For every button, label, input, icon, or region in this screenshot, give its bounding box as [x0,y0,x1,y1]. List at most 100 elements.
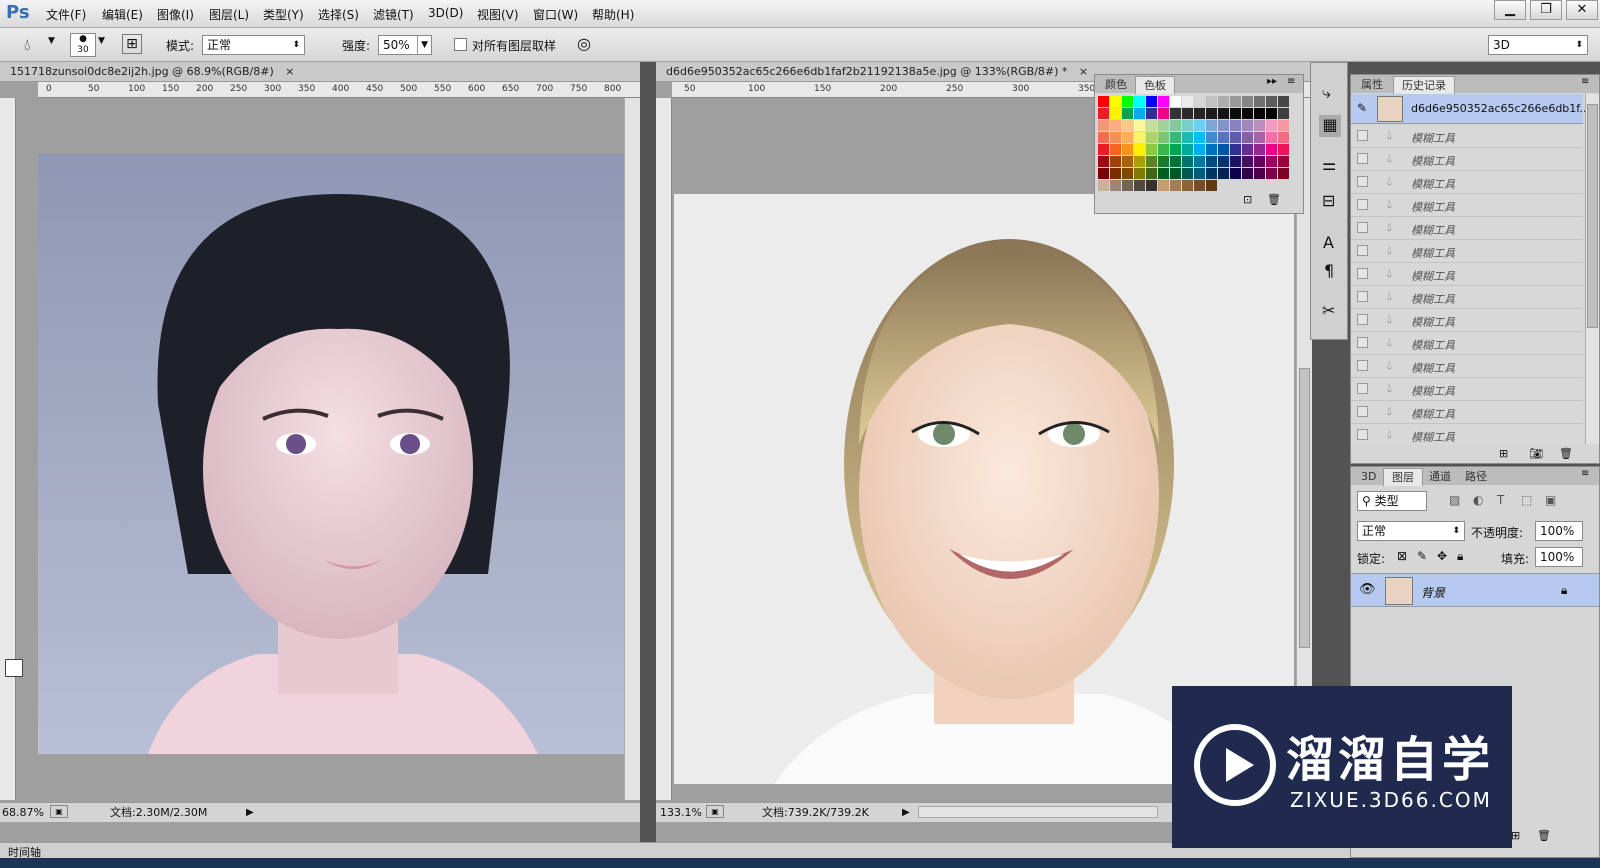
color-swatch[interactable] [1182,96,1193,107]
pressure-icon[interactable]: ◎ [577,34,591,53]
panel-menu-icon[interactable]: ≡ [1581,468,1589,479]
foreground-color-swatch[interactable] [5,659,23,677]
menu-file[interactable]: 文件(F) [46,6,86,23]
filter-shape-icon[interactable]: ⬚ [1521,493,1532,507]
history-item[interactable]: 💧︎ 模糊工具 [1351,378,1583,401]
history-item[interactable]: 💧︎ 模糊工具 [1351,401,1583,424]
document-tab-1[interactable]: 151718zunsoi0dc8e2ij2h.jpg @ 68.9%(RGB/8… [0,62,640,82]
menu-3d[interactable]: 3D(D) [428,6,463,20]
close-button[interactable]: ✕ [1566,0,1598,20]
tab-swatches[interactable]: 色板 [1135,76,1175,94]
color-swatch[interactable] [1182,180,1193,191]
color-swatch[interactable] [1098,156,1109,167]
history-item[interactable]: 💧︎ 模糊工具 [1351,263,1583,286]
color-swatch[interactable] [1194,180,1205,191]
color-swatch[interactable] [1158,144,1169,155]
color-swatch[interactable] [1206,168,1217,179]
status-menu-arrow-icon[interactable]: ▶ [902,803,910,822]
paragraph-panel-icon[interactable]: ¶ [1324,261,1334,280]
color-swatch[interactable] [1242,156,1253,167]
color-swatch[interactable] [1146,156,1157,167]
color-swatch[interactable] [1122,108,1133,119]
tab-history[interactable]: 历史记录 [1393,76,1455,94]
filter-adjustment-icon[interactable]: ◐ [1473,493,1483,507]
color-swatch[interactable] [1122,132,1133,143]
timeline-bar[interactable]: 时间轴 [0,842,1350,859]
color-swatch[interactable] [1278,96,1289,107]
color-swatch[interactable] [1194,96,1205,107]
layer-comps-icon[interactable]: ⊟ [1322,191,1335,210]
restore-button[interactable]: ❐ [1530,0,1562,20]
color-swatch[interactable] [1242,132,1253,143]
color-swatch[interactable] [1170,108,1181,119]
color-swatch[interactable] [1254,168,1265,179]
zoom-level-2[interactable]: 133.1% [660,803,702,822]
color-swatch[interactable] [1278,168,1289,179]
panel-menu-icon[interactable]: ≡ [1287,76,1295,87]
color-swatch[interactable] [1110,120,1121,131]
color-swatch[interactable] [1218,156,1229,167]
tool-presets-icon[interactable]: ✂ [1322,301,1335,320]
opacity-input[interactable]: 100% [1535,521,1583,541]
color-swatch[interactable] [1146,132,1157,143]
new-snapshot-icon[interactable]: 📷︎ [1529,447,1543,460]
history-source-checkbox[interactable] [1357,314,1368,325]
color-swatch[interactable] [1206,132,1217,143]
color-swatch[interactable] [1134,96,1145,107]
color-swatch[interactable] [1254,156,1265,167]
menu-window[interactable]: 窗口(W) [533,6,578,23]
color-swatch[interactable] [1110,180,1121,191]
color-swatch[interactable] [1110,108,1121,119]
color-swatch[interactable] [1230,144,1241,155]
tab-channels[interactable]: 通道 [1421,468,1459,486]
history-source-checkbox[interactable] [1357,130,1368,141]
color-swatch[interactable] [1242,120,1253,131]
adjustments-panel-icon[interactable]: ⚌ [1322,155,1336,174]
color-swatch[interactable] [1218,168,1229,179]
color-swatch[interactable] [1170,144,1181,155]
color-swatch[interactable] [1266,96,1277,107]
color-swatch[interactable] [1110,132,1121,143]
color-swatch[interactable] [1134,132,1145,143]
mode-select[interactable]: 正常 ⬍ [202,35,305,55]
color-swatch[interactable] [1098,96,1109,107]
color-swatch[interactable] [1134,180,1145,191]
color-swatch[interactable] [1146,180,1157,191]
minimize-button[interactable]: ▁ [1494,0,1526,20]
workspace-select[interactable]: 3D ⬍ [1488,35,1588,55]
color-swatch[interactable] [1098,168,1109,179]
delete-swatch-icon[interactable]: 🗑︎ [1267,193,1281,206]
color-swatch[interactable] [1182,156,1193,167]
color-swatch[interactable] [1266,120,1277,131]
history-source-checkbox[interactable] [1357,153,1368,164]
character-panel-icon[interactable]: A [1323,233,1334,252]
color-swatch[interactable] [1266,144,1277,155]
color-swatch[interactable] [1254,144,1265,155]
color-swatch[interactable] [1194,120,1205,131]
color-swatch[interactable] [1218,96,1229,107]
color-swatch[interactable] [1158,120,1169,131]
color-swatch[interactable] [1194,156,1205,167]
color-swatch[interactable] [1242,144,1253,155]
color-swatch[interactable] [1182,120,1193,131]
tool-preset-arrow-icon[interactable]: ▼ [48,36,55,46]
color-swatch[interactable] [1122,120,1133,131]
color-swatch[interactable] [1206,120,1217,131]
color-swatch[interactable] [1218,132,1229,143]
color-swatch[interactable] [1230,156,1241,167]
color-swatch[interactable] [1098,144,1109,155]
color-swatch[interactable] [1194,108,1205,119]
color-swatch[interactable] [1278,132,1289,143]
close-tab-2-icon[interactable]: × [1079,65,1088,78]
tab-layers[interactable]: 图层 [1383,468,1423,486]
color-swatch[interactable] [1206,108,1217,119]
color-swatch[interactable] [1230,168,1241,179]
color-swatch[interactable] [1134,144,1145,155]
color-swatch[interactable] [1146,144,1157,155]
color-swatch[interactable] [1098,132,1109,143]
menu-layer[interactable]: 图层(L) [209,6,249,23]
color-swatch[interactable] [1158,96,1169,107]
close-tab-1-icon[interactable]: × [285,65,294,78]
color-swatch[interactable] [1278,108,1289,119]
color-swatch[interactable] [1134,156,1145,167]
